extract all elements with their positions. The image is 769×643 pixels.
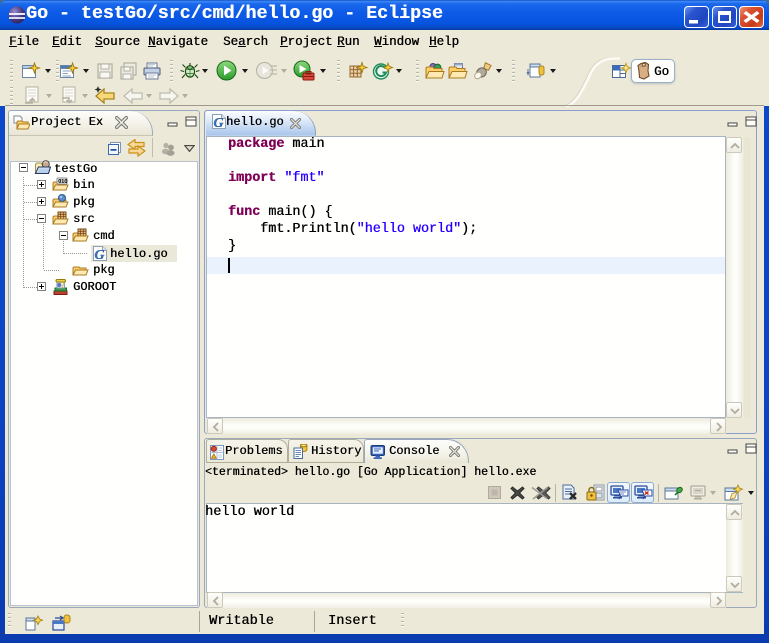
svg-text:G: G [94, 248, 104, 261]
svg-text:G: G [213, 116, 223, 129]
svg-text:010: 010 [58, 179, 67, 185]
